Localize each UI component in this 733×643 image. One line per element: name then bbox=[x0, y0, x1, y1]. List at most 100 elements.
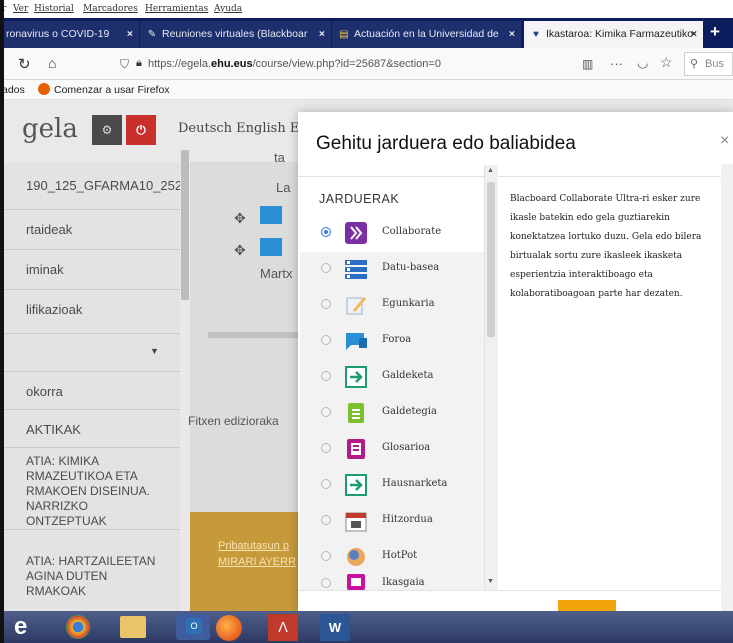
menu-item-history[interactable]: Historial bbox=[34, 4, 74, 14]
list-item-label: Egunkaria bbox=[382, 298, 435, 309]
move-icon[interactable]: ✥ bbox=[234, 242, 246, 259]
pocket-icon[interactable]: ◡ bbox=[637, 55, 648, 71]
radio-button[interactable] bbox=[321, 515, 331, 525]
radio-button[interactable] bbox=[321, 407, 331, 417]
home-icon[interactable]: ⌂ bbox=[48, 55, 56, 71]
new-tab-button[interactable]: + bbox=[710, 22, 720, 42]
move-icon[interactable]: ✥ bbox=[234, 210, 246, 227]
radio-button[interactable] bbox=[321, 335, 331, 345]
list-item-scheduler[interactable]: Hitzordua bbox=[300, 502, 484, 540]
radio-button[interactable] bbox=[321, 479, 331, 489]
bookmark-item[interactable]: ados bbox=[2, 84, 25, 96]
privacy-link[interactable]: Pribatutasun p bbox=[218, 540, 289, 552]
tab-reuniones[interactable]: ✎ Reuniones virtuales (Blackboar × bbox=[140, 21, 332, 48]
search-placeholder: Bus bbox=[705, 58, 724, 70]
sidebar-item-participants[interactable]: rtaideak bbox=[0, 210, 180, 250]
tab-covid[interactable]: ronavirus o COVID-19 × bbox=[0, 21, 140, 48]
settings-icon[interactable]: ⚙ bbox=[92, 115, 122, 145]
folder-icon[interactable] bbox=[120, 616, 146, 638]
list-item-forum[interactable]: Foroa bbox=[300, 322, 484, 360]
radio-button[interactable] bbox=[321, 263, 331, 273]
radio-button[interactable] bbox=[321, 443, 331, 453]
sidebar-item-badges[interactable]: iminak bbox=[0, 250, 180, 290]
sidebar-item-topic-1[interactable]: ATIA: KIMIKA RMAZEUTIKOA ETA RMAKOEN DIS… bbox=[0, 448, 180, 530]
bookmark-item[interactable]: Comenzar a usar Firefox bbox=[54, 84, 170, 96]
sidebar-item-general[interactable]: okorra bbox=[0, 372, 180, 410]
list-scroll-thumb[interactable] bbox=[487, 182, 495, 337]
ie-icon[interactable]: e bbox=[14, 613, 27, 641]
scroll-down-icon[interactable]: ▼ bbox=[487, 578, 494, 585]
sidebar-item-collapse[interactable]: ▼ bbox=[0, 334, 180, 372]
progress-bar bbox=[208, 332, 300, 338]
reload-icon[interactable]: ↻ bbox=[18, 55, 31, 73]
course-sidebar: 190_125_GFARMA10_25271_ rtaideak iminak … bbox=[0, 162, 186, 611]
list-item-label: HotPot bbox=[382, 550, 418, 561]
search-box[interactable]: ⚲ Bus bbox=[684, 52, 733, 76]
list-item-journal[interactable]: Egunkaria bbox=[300, 286, 484, 324]
list-item-label: Hitzordua bbox=[382, 514, 433, 525]
sidebar-item-practices[interactable]: AKTIKAK bbox=[0, 410, 180, 448]
list-item-database[interactable]: Datu-basea bbox=[300, 250, 484, 288]
reader-view-icon[interactable]: ▥ bbox=[582, 57, 593, 71]
list-item-lesson[interactable]: Ikasgaia bbox=[300, 574, 484, 590]
sidebar-item-topic-2[interactable]: ATIA: HARTZAILEETAN AGINA DUTEN RMAKOAK bbox=[0, 530, 180, 611]
close-icon[interactable]: × bbox=[127, 21, 133, 48]
page-scrollbar[interactable] bbox=[721, 164, 733, 611]
section-header: JARDUERAK bbox=[319, 192, 400, 206]
close-icon[interactable]: × bbox=[319, 21, 325, 48]
close-icon[interactable]: × bbox=[720, 132, 729, 150]
bookmarks-bar: ados Comenzar a usar Firefox bbox=[0, 80, 733, 100]
radio-button[interactable] bbox=[321, 551, 331, 561]
search-icon: ⚲ bbox=[690, 58, 699, 70]
tab-label: Actuación en la Universidad de bbox=[354, 28, 499, 40]
list-item-questionnaire[interactable]: Galdetegia bbox=[300, 394, 484, 432]
list-item-glossary[interactable]: Glosarioa bbox=[300, 430, 484, 468]
sidebar-item-course[interactable]: 190_125_GFARMA10_25271_ bbox=[0, 162, 186, 210]
add-button[interactable] bbox=[558, 600, 616, 611]
menu-item-tools[interactable]: Herramientas bbox=[145, 4, 208, 14]
tab-label: Ikastaroa: Kimika Farmazeutiko bbox=[546, 28, 694, 40]
menu-item-view[interactable]: Ver bbox=[13, 4, 28, 14]
chrome-icon[interactable] bbox=[66, 615, 90, 639]
egela-logo[interactable]: gela bbox=[22, 108, 88, 150]
tab-ikastaroa[interactable]: ♥ Ikastaroa: Kimika Farmazeutiko × bbox=[524, 21, 704, 48]
star-icon[interactable]: ☆ bbox=[660, 54, 673, 71]
firefox-icon bbox=[38, 83, 50, 95]
lock-icon[interactable]: 🔒︎ bbox=[136, 57, 142, 70]
list-item-feedback[interactable]: Hausnarketa bbox=[300, 466, 484, 504]
list-item-label: Collaborate bbox=[382, 226, 442, 237]
close-icon[interactable]: × bbox=[691, 21, 697, 48]
firefox-taskbar-icon[interactable] bbox=[216, 615, 242, 641]
radio-button[interactable] bbox=[321, 227, 331, 237]
list-item-choice[interactable]: Galdeketa bbox=[300, 358, 484, 396]
document-icon: ▤ bbox=[339, 29, 349, 40]
scroll-up-icon[interactable]: ▲ bbox=[487, 167, 494, 174]
radio-button[interactable] bbox=[321, 578, 331, 588]
page-actions-icon[interactable]: ··· bbox=[610, 56, 623, 71]
sidebar-scroll-thumb[interactable] bbox=[181, 150, 189, 300]
pdf-icon[interactable]: ᐱ bbox=[268, 614, 298, 641]
database-icon bbox=[345, 260, 367, 279]
menu-bar: r Ver Historial Marcadores Herramientas … bbox=[0, 0, 733, 18]
shield-icon[interactable]: ⛉ bbox=[120, 57, 129, 72]
menu-item-bookmarks[interactable]: Marcadores bbox=[83, 4, 138, 14]
content-fragment: La bbox=[276, 180, 291, 195]
outlook-icon: O bbox=[186, 618, 202, 634]
word-icon[interactable]: W bbox=[320, 614, 350, 641]
hotpot-icon bbox=[347, 548, 365, 566]
list-item-label: Datu-basea bbox=[382, 262, 440, 273]
radio-button[interactable] bbox=[321, 371, 331, 381]
sidebar-item-grades[interactable]: lifikazioak bbox=[0, 290, 180, 334]
forum-icon bbox=[260, 206, 282, 224]
url-text[interactable]: https://egela.ehu.eus/course/view.php?id… bbox=[148, 58, 441, 70]
content-fragment: ta bbox=[274, 150, 285, 165]
list-item-hotpot[interactable]: HotPot bbox=[300, 538, 484, 576]
radio-button[interactable] bbox=[321, 299, 331, 309]
power-icon[interactable]: ⏻ bbox=[126, 115, 156, 145]
menu-item-help[interactable]: Ayuda bbox=[214, 4, 242, 14]
user-link[interactable]: MIRARI AYERR bbox=[218, 556, 296, 568]
close-icon[interactable]: × bbox=[509, 21, 515, 48]
tab-actuacion[interactable]: ▤ Actuación en la Universidad de × bbox=[332, 21, 522, 48]
lesson-icon bbox=[347, 574, 365, 590]
list-item-collaborate[interactable]: Collaborate bbox=[300, 214, 484, 252]
